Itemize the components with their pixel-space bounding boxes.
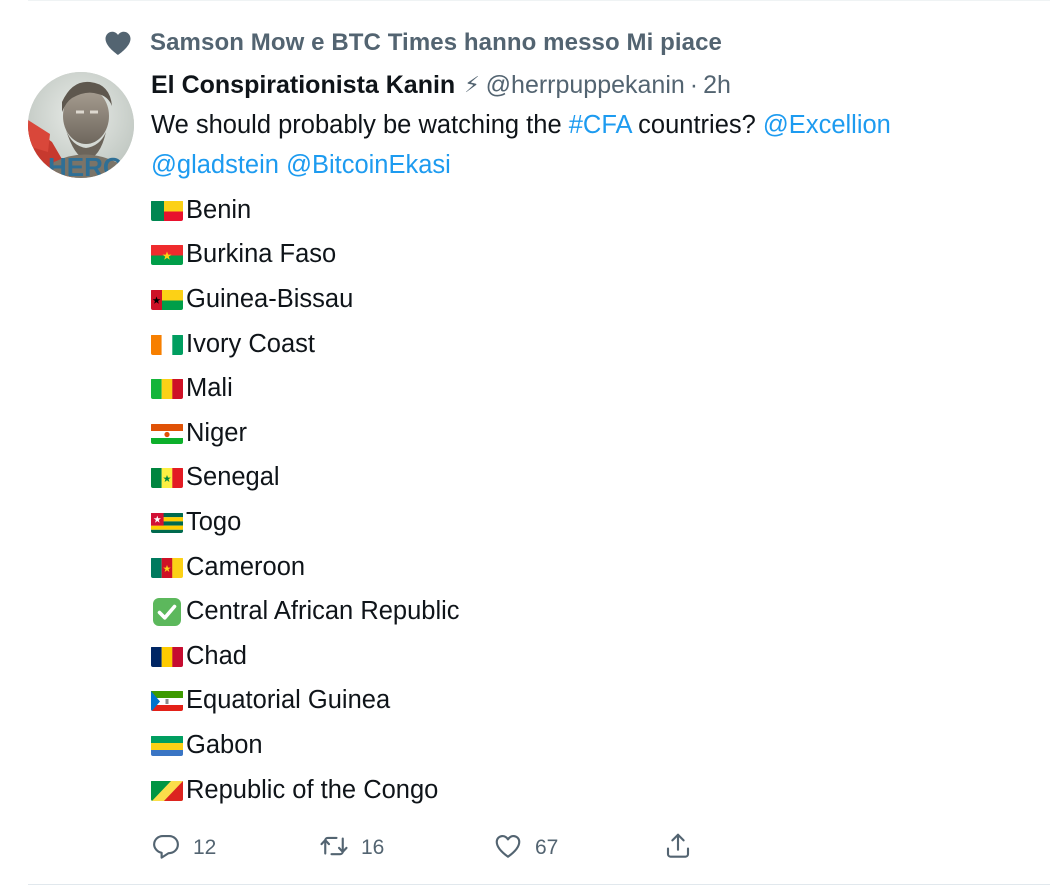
tweet-text: We should probably be watching the #CFA … (151, 105, 1031, 185)
gabon-flag-icon (151, 735, 183, 756)
like-button[interactable]: 67 (493, 828, 558, 868)
list-item: Senegal (151, 456, 460, 501)
country-list: Benin Burkina Faso Guinea-Bissau Ivory C… (151, 188, 460, 812)
mali-flag-icon (151, 378, 183, 400)
lightning-bolt-icon: ⚡ (464, 72, 480, 97)
heart-outline-icon (493, 831, 523, 866)
top-divider (28, 0, 1050, 1)
country-name: Senegal (186, 463, 280, 492)
mention-link[interactable]: @BitcoinEkasi (286, 151, 451, 179)
retweet-button[interactable]: 16 (319, 828, 384, 868)
equatorial-guinea-flag-icon (151, 690, 183, 712)
reply-button[interactable]: 12 (151, 828, 216, 868)
country-name: Ivory Coast (186, 329, 315, 358)
reply-count: 12 (193, 836, 217, 859)
timestamp[interactable]: 2h (703, 71, 731, 100)
list-item: Gabon (151, 723, 460, 768)
tweet-actions: 12 16 67 (151, 828, 711, 868)
country-name: Benin (186, 195, 252, 224)
country-name: Chad (186, 641, 247, 670)
tweet-text-part: We should probably be watching the (151, 111, 569, 139)
country-name: Equatorial Guinea (186, 686, 391, 715)
list-item: Equatorial Guinea (151, 679, 460, 724)
benin-flag-icon (151, 200, 183, 221)
republic-of-the-congo-flag-icon (151, 780, 183, 801)
avatar-text: HERO (48, 152, 123, 178)
author-display-name[interactable]: El Conspirationista Kanin (151, 71, 455, 100)
bottom-divider (28, 884, 1050, 885)
country-name: Central African Republic (186, 597, 460, 626)
country-name: Togo (186, 507, 242, 536)
list-item: Ivory Coast (151, 322, 460, 367)
country-name: Burkina Faso (186, 240, 337, 269)
country-name: Republic of the Congo (186, 775, 439, 804)
social-context[interactable]: Samson Mow e BTC Times hanno messo Mi pi… (103, 26, 722, 60)
senegal-flag-icon (151, 467, 183, 489)
retweet-count: 16 (361, 836, 385, 859)
mention-link[interactable]: @gladstein (151, 151, 279, 179)
country-name: Niger (186, 418, 247, 447)
list-item: Guinea-Bissau (151, 277, 460, 322)
country-name: Mali (186, 374, 233, 403)
country-name: Gabon (186, 730, 263, 759)
list-item: Central African Republic (151, 589, 460, 634)
list-item: Burkina Faso (151, 233, 460, 278)
share-button[interactable] (663, 828, 693, 868)
togo-flag-icon (151, 512, 183, 533)
list-item: Republic of the Congo (151, 768, 460, 813)
share-icon (663, 831, 693, 866)
hashtag-link[interactable]: #CFA (569, 111, 631, 139)
list-item: Togo (151, 500, 460, 545)
burkina-faso-flag-icon (151, 244, 183, 266)
list-item: Chad (151, 634, 460, 679)
list-item: Cameroon (151, 545, 460, 590)
avatar[interactable]: HERO (28, 72, 134, 178)
author-handle[interactable]: @herrpuppekanin (486, 71, 685, 100)
chad-flag-icon (151, 646, 183, 667)
country-name: Cameroon (186, 552, 306, 581)
reply-icon (151, 831, 181, 866)
country-name: Guinea-Bissau (186, 284, 354, 313)
dot-separator: · (689, 70, 699, 99)
tweet-text-part: countries? (631, 111, 763, 139)
tweet-header: El Conspirationista Kanin ⚡ @herrpuppeka… (151, 68, 731, 102)
mention-link[interactable]: @Excellion (763, 111, 891, 139)
heart-filled-icon (103, 28, 133, 58)
list-item: Niger (151, 411, 460, 456)
guinea-bissau-flag-icon (151, 289, 183, 310)
list-item: Benin (151, 188, 460, 233)
check-mark-icon (151, 596, 183, 628)
niger-flag-icon (151, 423, 183, 444)
like-count: 67 (535, 836, 559, 859)
ivory-coast-flag-icon (151, 334, 183, 355)
cameroon-flag-icon (151, 557, 183, 578)
list-item: Mali (151, 366, 460, 411)
retweet-icon (319, 831, 349, 866)
social-context-text[interactable]: Samson Mow e BTC Times hanno messo Mi pi… (150, 29, 722, 57)
